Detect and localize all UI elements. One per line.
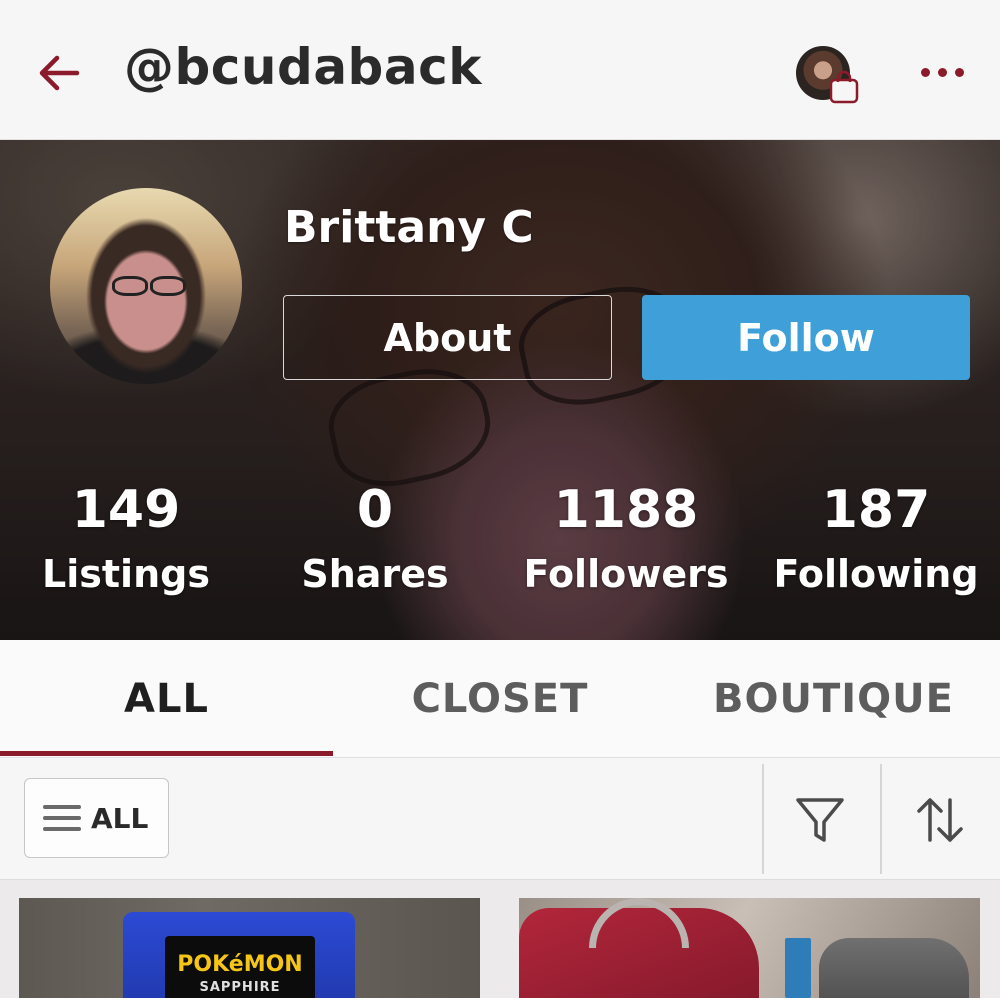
stat-followers[interactable]: 1188 Followers xyxy=(516,478,736,606)
funnel-icon xyxy=(796,798,844,842)
more-dot xyxy=(937,67,947,77)
divider xyxy=(880,764,882,874)
listing-image-detail xyxy=(785,938,811,998)
filter-bar: ALL xyxy=(0,758,1000,880)
listing-card[interactable] xyxy=(519,898,980,998)
app-header: @bcudaback xyxy=(0,0,1000,140)
hamburger-icon xyxy=(43,805,81,831)
stat-value: 1188 xyxy=(553,480,699,540)
divider xyxy=(762,764,764,874)
profile-picture[interactable] xyxy=(50,188,242,384)
more-dot xyxy=(954,67,964,77)
listing-image-detail xyxy=(819,938,969,998)
sort-arrows-icon xyxy=(917,798,963,842)
profile-cover: Brittany C About Follow 149 Listings 0 S… xyxy=(0,140,1000,640)
page-title: @bcudaback xyxy=(124,38,482,96)
category-filter-label: ALL xyxy=(91,801,149,835)
stat-following[interactable]: 187 Following xyxy=(766,478,986,606)
listing-image-text: POKéMON xyxy=(177,952,303,977)
tab-closet[interactable]: CLOSET xyxy=(333,640,667,758)
about-button[interactable]: About xyxy=(283,295,612,380)
sort-button[interactable] xyxy=(910,790,970,850)
closet-tabs: ALL CLOSET BOUTIQUE xyxy=(0,640,1000,758)
stat-label: Followers xyxy=(523,552,729,596)
listing-card[interactable]: POKéMON SAPPHIRE xyxy=(19,898,480,998)
more-options-button[interactable] xyxy=(912,52,972,92)
listing-image-detail xyxy=(589,898,689,948)
stat-value: 149 xyxy=(71,480,181,540)
listing-image-subtext: SAPPHIRE xyxy=(199,980,281,995)
tab-all[interactable]: ALL xyxy=(0,640,333,758)
shopping-bag-icon[interactable] xyxy=(828,70,860,104)
stat-value: 187 xyxy=(821,480,931,540)
category-filter-button[interactable]: ALL xyxy=(24,778,169,858)
filter-button[interactable] xyxy=(790,790,850,850)
back-button[interactable] xyxy=(34,48,84,98)
listing-grid: POKéMON SAPPHIRE xyxy=(0,880,1000,998)
glasses-detail xyxy=(112,276,148,296)
more-dots-icon xyxy=(920,67,930,77)
arrow-left-icon xyxy=(39,55,80,91)
display-name: Brittany C xyxy=(284,202,534,253)
stat-value: 0 xyxy=(356,480,394,540)
stat-label: Shares xyxy=(301,552,449,596)
listing-image: POKéMON SAPPHIRE xyxy=(123,912,355,998)
tab-boutique[interactable]: BOUTIQUE xyxy=(667,640,1000,758)
stat-label: Following xyxy=(773,552,979,596)
stat-label: Listings xyxy=(42,552,210,596)
game-label: POKéMON SAPPHIRE xyxy=(165,936,315,998)
stat-listings[interactable]: 149 Listings xyxy=(16,478,236,606)
glasses-detail xyxy=(150,276,186,296)
follow-button[interactable]: Follow xyxy=(642,295,970,380)
active-tab-indicator xyxy=(0,751,333,756)
stat-shares[interactable]: 0 Shares xyxy=(265,478,485,606)
